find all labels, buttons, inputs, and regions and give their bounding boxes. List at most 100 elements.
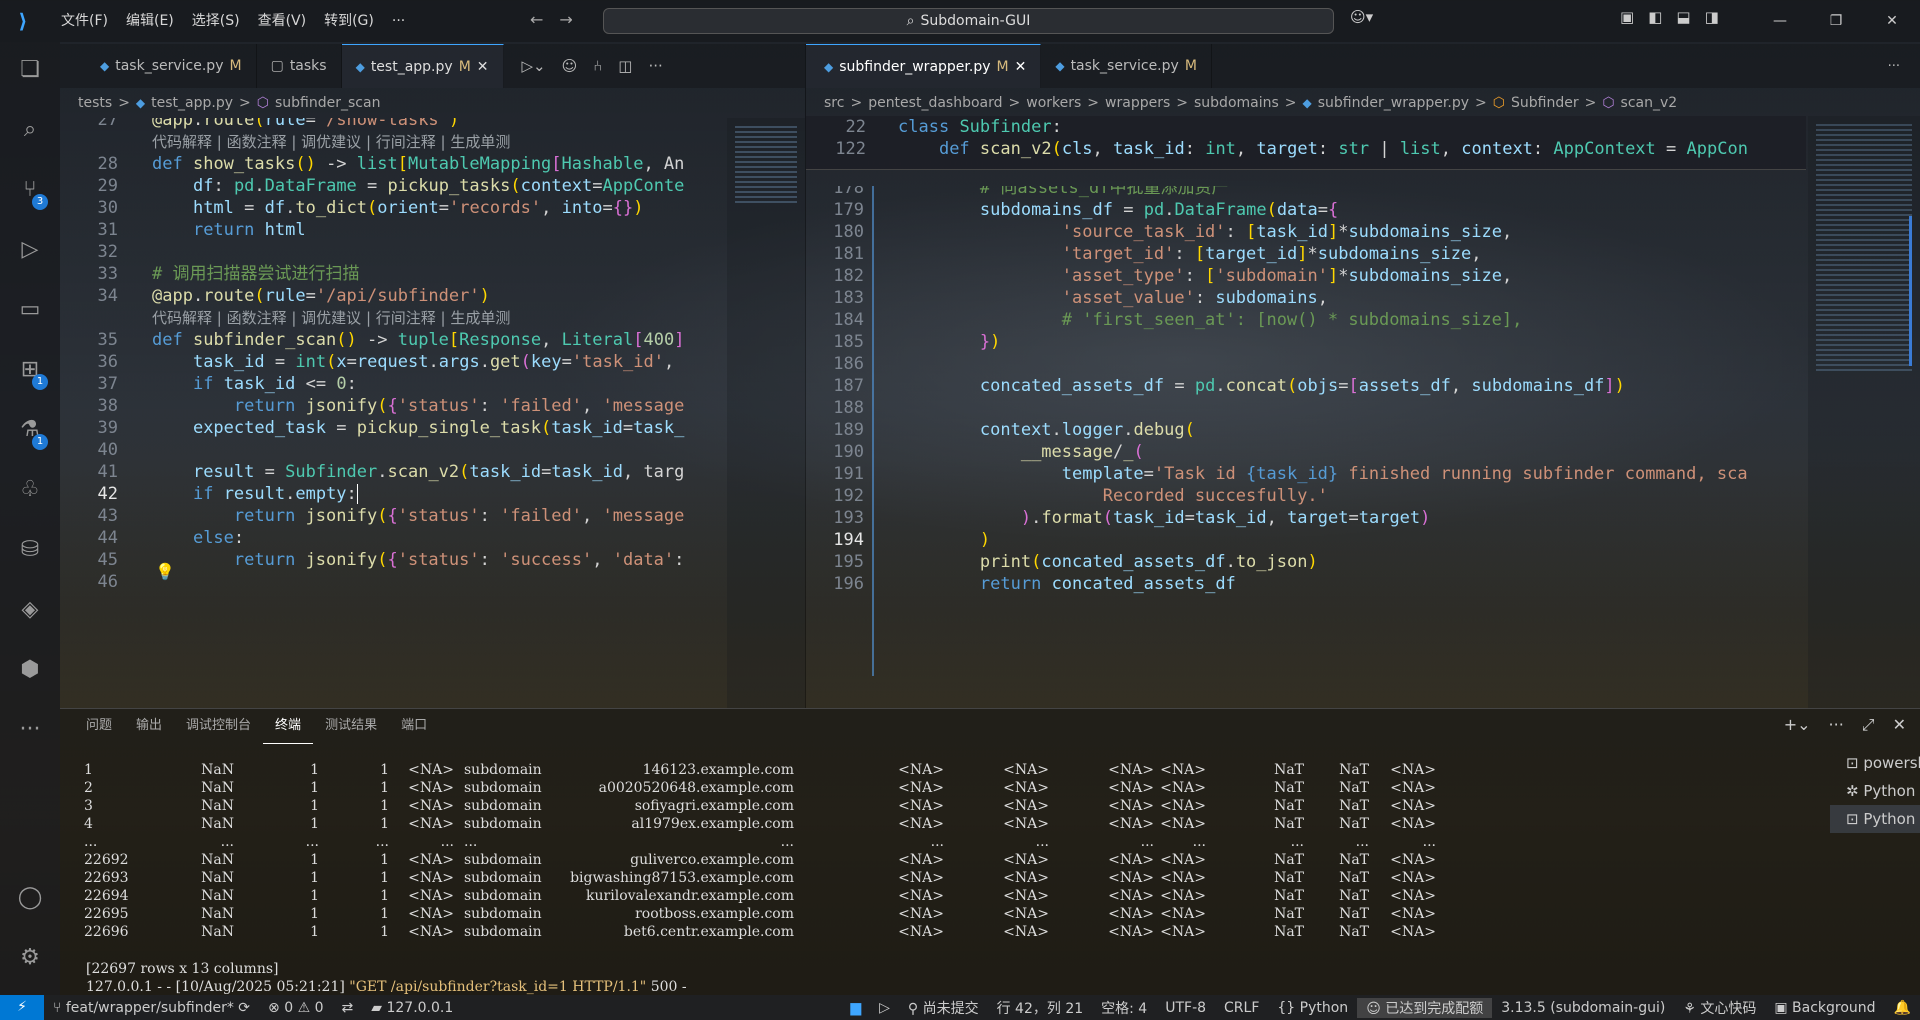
codelens-actions[interactable]: 代码解释 | 函数注释 | 调优建议 | 行间注释 | 生成单测 bbox=[152, 131, 510, 153]
terminal-cell: <NA> bbox=[1160, 816, 1206, 832]
left-minimap[interactable] bbox=[727, 118, 805, 708]
breadcrumb-item[interactable]: subfinder_scan bbox=[275, 95, 380, 111]
close-panel-icon[interactable]: ✕ bbox=[1893, 715, 1906, 735]
tab-terminal[interactable]: 终端 bbox=[263, 709, 314, 744]
copilot-chat-icon[interactable]: ☺ bbox=[562, 57, 578, 75]
modified-badge: M bbox=[229, 58, 242, 74]
menu-selection[interactable]: 选择(S) bbox=[183, 0, 249, 42]
left-code-area[interactable]: @app.route(rule='/show-tasks') 代码解释 | 函数… bbox=[152, 118, 727, 708]
command-center-search[interactable]: ⌕ Subdomain-GUI bbox=[603, 8, 1334, 34]
toggle-panel-icon[interactable]: ⬓ bbox=[1676, 8, 1690, 26]
menu-view[interactable]: 查看(V) bbox=[249, 0, 316, 42]
copilot-quota[interactable]: ☺ 已达到完成配额 bbox=[1357, 997, 1493, 1018]
line-number: 33 bbox=[97, 264, 118, 284]
toggle-sidebar-icon[interactable]: ◧ bbox=[1648, 8, 1662, 26]
back-arrow-icon[interactable]: ← bbox=[530, 10, 543, 29]
breadcrumb-item[interactable]: Subfinder bbox=[1511, 95, 1579, 111]
restore-icon[interactable]: ❐ bbox=[1808, 0, 1864, 42]
minimize-icon[interactable]: — bbox=[1752, 0, 1808, 42]
terminal-toggle-icon[interactable]: ▆ bbox=[841, 1000, 870, 1016]
terminal-item-powershell[interactable]: ⊡ powershell bbox=[1830, 749, 1920, 777]
run-debug-icon[interactable]: ▷ bbox=[14, 234, 46, 266]
tree-icon[interactable]: ♧ bbox=[14, 474, 46, 506]
sticky-scroll[interactable]: 22 class Subfinder: 122 def scan_v2(cls,… bbox=[806, 116, 1806, 170]
problems-indicator[interactable]: ⊗ 0 ⚠ 0 bbox=[259, 1000, 332, 1016]
breadcrumb-item[interactable]: subdomains bbox=[1194, 95, 1279, 111]
breadcrumb-item[interactable]: scan_v2 bbox=[1621, 95, 1678, 111]
background-indicator[interactable]: ▣ Background bbox=[1765, 1000, 1884, 1016]
forward-arrow-icon[interactable]: → bbox=[559, 10, 572, 29]
explorer-icon[interactable]: ❏ bbox=[14, 54, 46, 86]
terminal-item-python-debug[interactable]: ✲ Python Deb... bbox=[1830, 777, 1920, 805]
run-file-icon[interactable]: ▷⌄ bbox=[522, 57, 546, 75]
python-interpreter[interactable]: 3.13.5 (subdomain-gui) bbox=[1492, 1000, 1674, 1016]
commit-indicator[interactable]: ⚲ 尚未提交 bbox=[899, 998, 988, 1018]
live-share-icon[interactable]: ⇄ bbox=[333, 1000, 363, 1016]
tab-test-results[interactable]: 测试结果 bbox=[313, 709, 389, 743]
more-actions-icon[interactable]: ··· bbox=[1829, 715, 1844, 735]
line-endings[interactable]: CRLF bbox=[1215, 1000, 1268, 1016]
host-indicator[interactable]: ▰ 127.0.0.1 bbox=[362, 1000, 462, 1016]
encoding[interactable]: UTF-8 bbox=[1156, 1000, 1215, 1016]
menu-go[interactable]: 转到(G) bbox=[315, 0, 383, 42]
search-view-icon[interactable]: ⌕ bbox=[14, 114, 46, 146]
cursor-position[interactable]: 行 42，列 21 bbox=[988, 998, 1093, 1018]
account-icon[interactable]: ◯ bbox=[14, 882, 46, 914]
more-actions-icon[interactable]: ··· bbox=[1888, 59, 1900, 74]
tab-test-app[interactable]: ◆ test_app.py M ✕ bbox=[341, 44, 504, 88]
breadcrumb-item[interactable]: pentest_dashboard bbox=[868, 95, 1002, 111]
tab-debug-console[interactable]: 调试控制台 bbox=[174, 709, 263, 743]
more-actions-icon[interactable]: ··· bbox=[648, 57, 662, 75]
compare-icon[interactable]: ⑃ bbox=[593, 57, 602, 75]
toggle-secondary-sidebar-icon[interactable]: ◨ bbox=[1705, 8, 1719, 26]
ai-assistant[interactable]: ⚘ 文心快码 bbox=[1674, 998, 1765, 1018]
tab-tasks[interactable]: ▢ tasks bbox=[257, 44, 342, 88]
breadcrumb-item[interactable]: tests bbox=[78, 95, 112, 111]
terminal-cell: NaT bbox=[1339, 798, 1369, 814]
terminal-cell: al1979ex.example.com bbox=[631, 816, 794, 832]
breadcrumb-item[interactable]: workers bbox=[1026, 95, 1081, 111]
language-mode[interactable]: {} Python bbox=[1268, 1000, 1357, 1016]
menu-edit[interactable]: 编辑(E) bbox=[117, 0, 183, 42]
layers-icon[interactable]: ◈ bbox=[14, 594, 46, 626]
copilot-icon[interactable]: ☺▾ bbox=[1350, 8, 1373, 26]
customize-layout-icon[interactable]: ▣ bbox=[1620, 8, 1634, 26]
sticky-line-number: 122 bbox=[835, 139, 866, 159]
database-icon[interactable]: ⛁ bbox=[14, 534, 46, 566]
tab-ports[interactable]: 端口 bbox=[389, 709, 439, 743]
more-views-icon[interactable]: ··· bbox=[14, 714, 46, 746]
indentation[interactable]: 空格: 4 bbox=[1092, 998, 1156, 1018]
split-editor-icon[interactable]: ◫ bbox=[618, 57, 632, 75]
breadcrumb-item[interactable]: wrappers bbox=[1105, 95, 1170, 111]
menu-file[interactable]: 文件(F) bbox=[52, 0, 117, 42]
menu-more[interactable]: ··· bbox=[383, 0, 414, 42]
remote-indicator-icon[interactable]: ⚡ bbox=[0, 995, 44, 1020]
lightbulb-icon[interactable]: 💡 bbox=[155, 562, 175, 581]
tab-problems[interactable]: 问题 bbox=[74, 709, 124, 743]
close-window-icon[interactable]: ✕ bbox=[1864, 0, 1920, 42]
breadcrumb-item[interactable]: test_app.py bbox=[151, 95, 233, 111]
branch-indicator[interactable]: ⑂ feat/wrapper/subfinder* ⟳ bbox=[44, 1000, 259, 1016]
terminal-cell: ... bbox=[375, 834, 389, 850]
terminal-cell: ... bbox=[464, 834, 478, 850]
terminal-cell: <NA> bbox=[898, 762, 944, 778]
right-code-area[interactable]: # 向assets_df中批量添加资产 subdomains_df = pd.D… bbox=[898, 186, 1808, 708]
terminal-item-python[interactable]: ⊡ Python bbox=[1830, 805, 1920, 833]
codelens-actions[interactable]: 代码解释 | 函数注释 | 调优建议 | 行间注释 | 生成单测 bbox=[152, 307, 510, 329]
tab-subfinder-wrapper[interactable]: ◆ subfinder_wrapper.py M ✕ bbox=[806, 44, 1042, 88]
breadcrumb-item[interactable]: src bbox=[824, 95, 844, 111]
breadcrumb-item[interactable]: subfinder_wrapper.py bbox=[1318, 95, 1469, 111]
cube-icon[interactable]: ⬢ bbox=[14, 654, 46, 686]
remote-explorer-icon[interactable]: ▭ bbox=[14, 294, 46, 326]
right-minimap[interactable] bbox=[1808, 116, 1920, 708]
run-icon[interactable]: ▷ bbox=[870, 1000, 899, 1016]
tab-task-service-right[interactable]: ◆ task_service.py M bbox=[1041, 44, 1212, 88]
close-tab-icon[interactable]: ✕ bbox=[1015, 59, 1027, 75]
new-terminal-icon[interactable]: +⌄ bbox=[1784, 715, 1811, 735]
close-tab-icon[interactable]: ✕ bbox=[477, 59, 489, 75]
tab-task-service[interactable]: ◆ task_service.py M bbox=[60, 44, 257, 88]
manage-gear-icon[interactable]: ⚙ bbox=[14, 942, 46, 974]
maximize-panel-icon[interactable]: ⤢ bbox=[1862, 715, 1875, 735]
notifications-bell-icon[interactable]: 🔔 bbox=[1885, 1000, 1920, 1016]
tab-output[interactable]: 输出 bbox=[124, 709, 174, 743]
